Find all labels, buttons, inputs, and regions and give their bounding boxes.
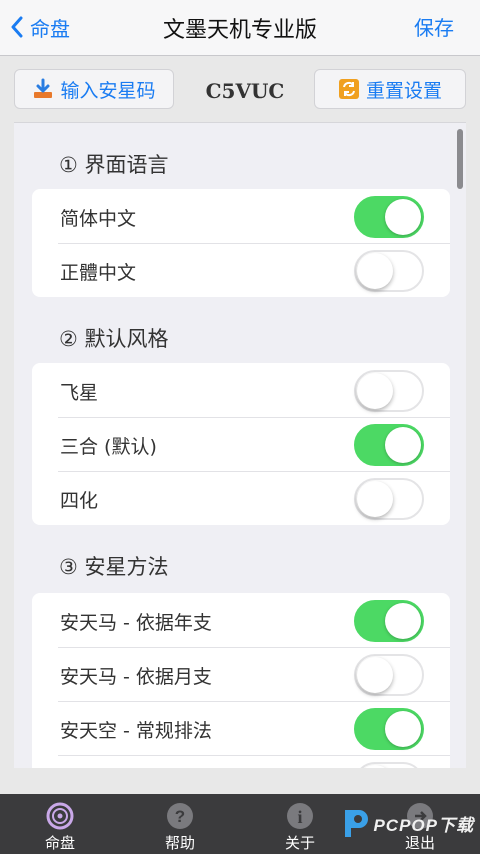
list-item: 安天空 - 常规排法 [32,701,450,755]
star-code-value: C5VUC [205,79,285,103]
settings-list[interactable]: ① 界面语言 简体中文 正體中文 ② 默认风格 飞星 三合 (默认) 四化 ③ … [14,122,466,768]
navigation-bar: 命盘 文墨天机专业版 保存 [0,0,480,56]
import-code-label: 输入安星码 [60,79,156,102]
import-code-button[interactable]: 输入安星码 [14,69,174,109]
tab-about[interactable]: i 关于 [255,802,345,853]
toggle-partial[interactable] [354,762,424,768]
toolbar: 输入安星码 C5VUC 重置设置 [0,57,480,123]
toggle-tiankong[interactable] [354,708,424,750]
list-item: 安天马 - 依据月支 [32,647,450,701]
toggle-tianma-month[interactable] [354,654,424,696]
row-label: 安天马 - 依据月支 [60,666,212,688]
reset-settings-button[interactable]: 重置设置 [314,69,466,109]
list-item: 安天马 - 依据年支 [32,593,450,647]
watermark: PCPOP下载 [339,806,474,840]
toggle-knob [385,711,421,747]
tab-label: 关于 [284,834,315,852]
toggle-knob [385,603,421,639]
list-item [32,755,450,768]
list-item: 三合 (默认) [32,417,450,471]
watermark-logo-icon [345,810,369,837]
disc-icon [46,802,74,830]
svg-text:?: ? [175,807,185,826]
scrollbar[interactable] [457,129,463,189]
tab-chart[interactable]: 命盘 [15,802,105,853]
download-icon [32,78,54,100]
info-icon: i [287,803,313,829]
svg-text:i: i [297,807,302,827]
language-group: 简体中文 正體中文 [32,189,450,297]
toggle-knob [385,199,421,235]
tab-label: 命盘 [44,834,75,852]
list-item: 四化 [32,471,450,525]
section-title-method: ③ 安星方法 [59,555,169,579]
row-label: 三合 (默认) [60,436,157,458]
list-item: 正體中文 [32,243,450,297]
toggle-knob [357,481,393,517]
toggle-knob [385,427,421,463]
method-group: 安天马 - 依据年支 安天马 - 依据月支 安天空 - 常规排法 [32,593,450,768]
toggle-knob [357,373,393,409]
page-title: 文墨天机专业版 [162,18,317,43]
tab-help[interactable]: ? 帮助 [135,802,225,853]
tab-label: 帮助 [164,834,195,852]
row-label: 飞星 [60,382,99,404]
watermark-text: PCPOP下载 [373,815,474,835]
list-item: 简体中文 [32,189,450,243]
row-label: 安天空 - 常规排法 [60,720,212,742]
list-item: 飞星 [32,363,450,417]
toggle-feixing[interactable] [354,370,424,412]
toggle-knob [357,253,393,289]
section-title-language: ① 界面语言 [59,153,169,177]
toggle-knob [357,765,393,768]
style-group: 飞星 三合 (默认) 四化 [32,363,450,525]
reset-settings-label: 重置设置 [365,79,442,102]
row-label: 安天马 - 依据年支 [60,612,212,634]
toggle-sihua[interactable] [354,478,424,520]
toggle-simplified-chinese[interactable] [354,196,424,238]
row-label: 四化 [60,490,99,512]
toggle-knob [357,657,393,693]
row-label: 简体中文 [60,208,137,230]
toggle-traditional-chinese[interactable] [354,250,424,292]
refresh-icon [338,78,360,100]
toggle-sanhe[interactable] [354,424,424,466]
help-icon: ? [167,803,193,829]
section-title-style: ② 默认风格 [59,327,169,351]
save-button[interactable]: 保存 [414,12,454,41]
toggle-tianma-year[interactable] [354,600,424,642]
row-label: 正體中文 [60,262,137,284]
